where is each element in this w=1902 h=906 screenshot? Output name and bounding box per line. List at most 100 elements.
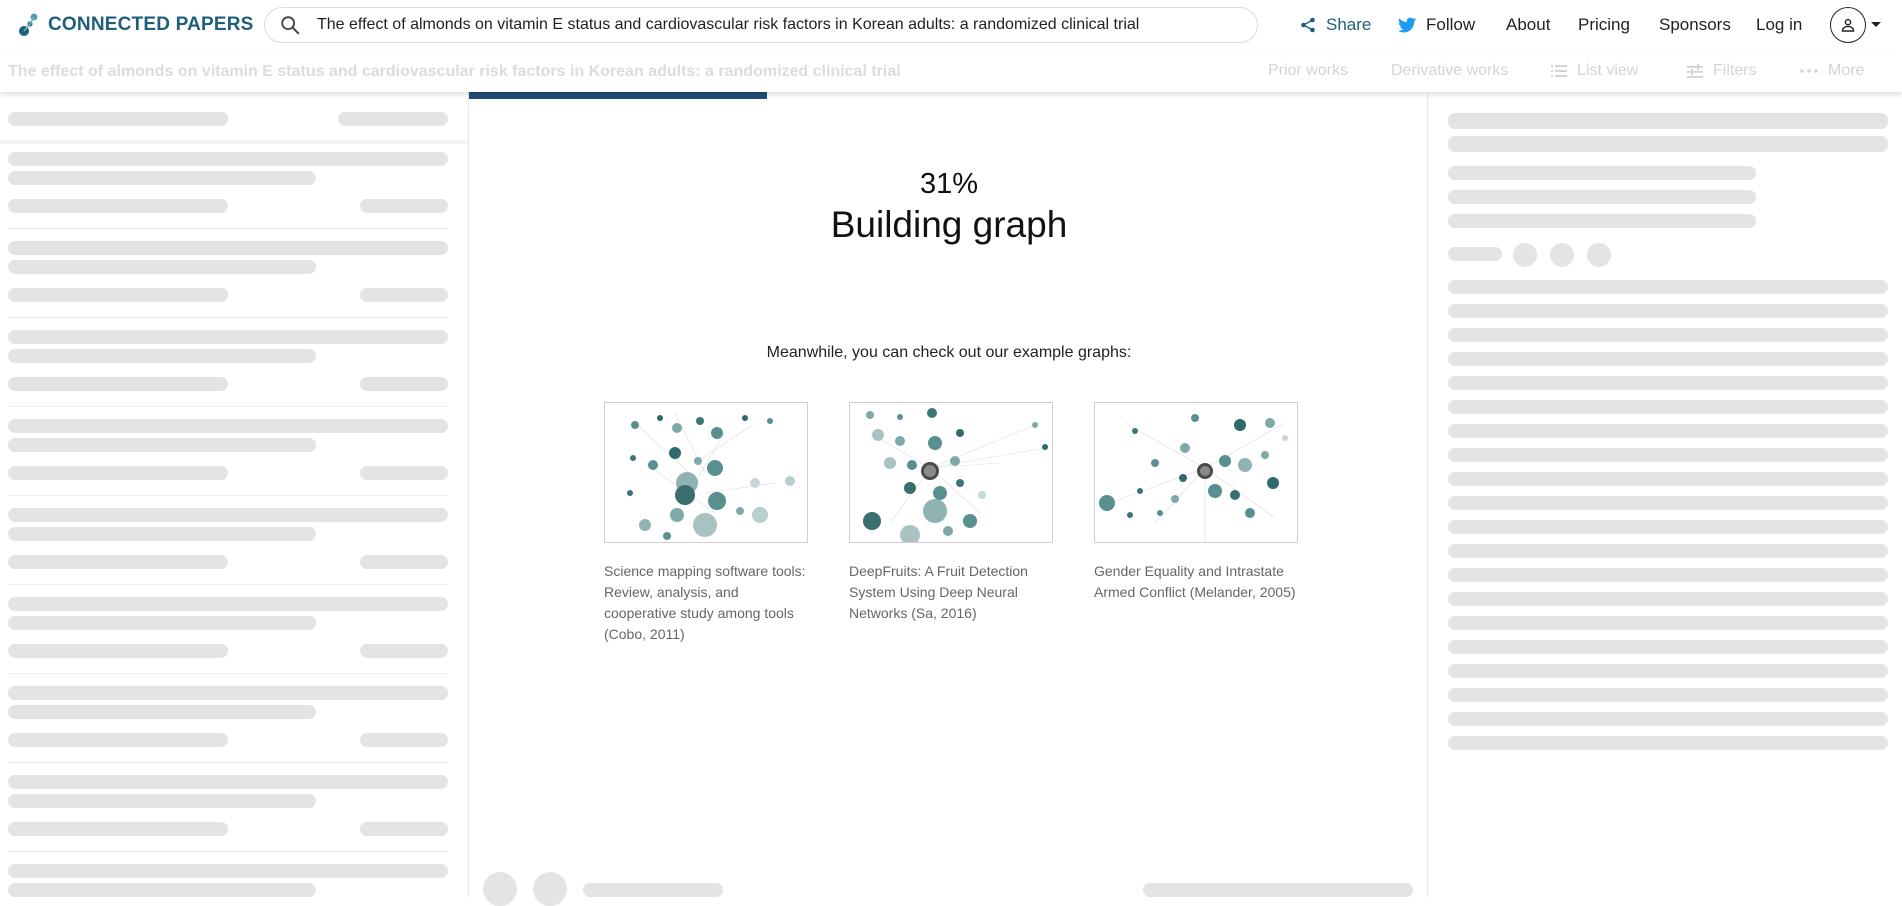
list-item-meta-skeleton <box>360 733 448 747</box>
detail-action-skeleton <box>1587 243 1611 267</box>
follow-button[interactable]: Follow <box>1398 0 1475 50</box>
example-graph-thumbnail[interactable] <box>604 402 808 543</box>
prior-works-button[interactable]: Prior works <box>1268 62 1348 80</box>
list-item-meta-skeleton <box>8 288 228 302</box>
related-papers-list <box>0 92 468 897</box>
detail-action-skeleton <box>1448 247 1502 261</box>
list-item-meta-skeleton <box>360 822 448 836</box>
list-item-meta-skeleton <box>8 822 228 836</box>
search-query[interactable]: The effect of almonds on vitamin E statu… <box>317 16 1139 34</box>
detail-abstract-line-skeleton <box>1448 640 1888 654</box>
list-item-divider <box>8 406 448 407</box>
list-item-divider <box>8 673 448 674</box>
about-label[interactable]: About <box>1506 15 1550 35</box>
detail-abstract-line-skeleton <box>1448 568 1888 582</box>
example-graphs-intro: Meanwhile, you can check out our example… <box>766 344 1132 361</box>
example-graph-caption[interactable]: DeepFruits: A Fruit Detection System Usi… <box>849 561 1053 624</box>
share-label: Share <box>1326 15 1372 34</box>
share-icon <box>1301 17 1315 33</box>
detail-action-skeleton <box>1550 243 1574 267</box>
detail-abstract-line-skeleton <box>1448 496 1888 510</box>
example-graph-thumbnail[interactable] <box>1094 402 1298 543</box>
search-icon[interactable] <box>279 14 301 36</box>
list-item-meta-skeleton <box>360 644 448 658</box>
list-item-divider <box>8 317 448 318</box>
list-item-title-skeleton <box>8 152 448 166</box>
twitter-icon <box>1398 17 1416 33</box>
list-item-title-skeleton <box>8 883 316 897</box>
example-graph-caption[interactable]: Science mapping software tools: Review, … <box>604 561 808 645</box>
detail-action-skeleton <box>1513 243 1537 267</box>
list-item-meta-skeleton <box>360 288 448 302</box>
filters-button[interactable]: Filters <box>1687 62 1757 80</box>
detail-title-skeleton <box>1448 136 1888 152</box>
pricing-label[interactable]: Pricing <box>1578 15 1630 35</box>
list-item-title-skeleton <box>8 775 448 789</box>
list-item-title-skeleton <box>8 171 316 185</box>
prior-works-label: Prior works <box>1268 62 1349 79</box>
avatar[interactable] <box>1830 7 1866 43</box>
sponsors-label[interactable]: Sponsors <box>1659 15 1731 35</box>
sponsors-link[interactable]: Sponsors <box>1659 0 1731 50</box>
list-item-meta-skeleton <box>8 555 228 569</box>
detail-abstract-line-skeleton <box>1448 280 1888 294</box>
graph-thumbnail-icon <box>863 408 1048 542</box>
zoom-control-skeleton <box>483 872 517 906</box>
more-dots-icon <box>1800 69 1818 73</box>
detail-abstract-line-skeleton <box>1448 376 1888 390</box>
login-label[interactable]: Log in <box>1756 15 1802 35</box>
account-menu[interactable] <box>1830 7 1886 43</box>
logo-icon <box>19 13 38 36</box>
detail-abstract-line-skeleton <box>1448 592 1888 606</box>
detail-abstract-line-skeleton <box>1448 736 1888 750</box>
about-link[interactable]: About <box>1506 0 1550 50</box>
caret-down-icon[interactable] <box>1870 21 1882 29</box>
zoom-control-skeleton <box>533 872 567 906</box>
list-item-meta-skeleton <box>360 377 448 391</box>
list-item-divider <box>8 228 448 229</box>
detail-abstract-line-skeleton <box>1448 520 1888 534</box>
graph-footer-skeleton <box>583 883 723 897</box>
example-graph-caption[interactable]: Gender Equality and Intrastate Armed Con… <box>1094 561 1298 603</box>
list-item-title-skeleton <box>8 260 316 274</box>
list-item-title-skeleton <box>8 616 316 630</box>
detail-abstract-line-skeleton <box>1448 472 1888 486</box>
list-header-divider <box>0 140 468 144</box>
list-item-meta-skeleton <box>8 733 228 747</box>
list-item-title-skeleton <box>8 864 448 878</box>
list-item-divider <box>8 584 448 585</box>
detail-abstract-line-skeleton <box>1448 352 1888 366</box>
example-graph-card[interactable]: Science mapping software tools: Review, … <box>604 402 808 645</box>
graph-footer-skeleton <box>1143 883 1413 897</box>
list-item-meta-skeleton <box>8 377 228 391</box>
more-button[interactable]: More <box>1800 62 1864 80</box>
derivative-works-button[interactable]: Derivative works <box>1391 62 1508 80</box>
list-view-button[interactable]: List view <box>1551 62 1638 80</box>
example-graph-thumbnail[interactable] <box>849 402 1053 543</box>
derivative-works-label: Derivative works <box>1391 62 1509 79</box>
list-item-title-skeleton <box>8 349 316 363</box>
example-graph-card[interactable]: DeepFruits: A Fruit Detection System Usi… <box>849 402 1053 624</box>
pricing-link[interactable]: Pricing <box>1578 0 1630 50</box>
list-item-title-skeleton <box>8 794 316 808</box>
login-link[interactable]: Log in <box>1756 0 1802 50</box>
detail-authors-skeleton <box>1448 166 1756 180</box>
list-item-divider <box>8 495 448 496</box>
detail-abstract-line-skeleton <box>1448 328 1888 342</box>
list-item-meta-skeleton <box>8 644 228 658</box>
list-view-label: List view <box>1577 62 1639 79</box>
example-graph-card[interactable]: Gender Equality and Intrastate Armed Con… <box>1094 402 1298 603</box>
list-item-title-skeleton <box>8 705 316 719</box>
list-item-meta-skeleton <box>360 555 448 569</box>
search-input[interactable]: The effect of almonds on vitamin E statu… <box>264 7 1258 43</box>
progress-bar <box>469 92 767 99</box>
progress-status: Building graph <box>830 204 1068 245</box>
logo[interactable]: CONNECTED PAPERS <box>18 12 254 38</box>
detail-abstract-line-skeleton <box>1448 712 1888 726</box>
share-button[interactable]: Share <box>1300 0 1371 50</box>
list-item-title-skeleton <box>8 686 448 700</box>
list-item-title-skeleton <box>8 527 316 541</box>
list-item-meta-skeleton <box>360 466 448 480</box>
detail-abstract-line-skeleton <box>1448 424 1888 438</box>
detail-abstract-line-skeleton <box>1448 448 1888 462</box>
